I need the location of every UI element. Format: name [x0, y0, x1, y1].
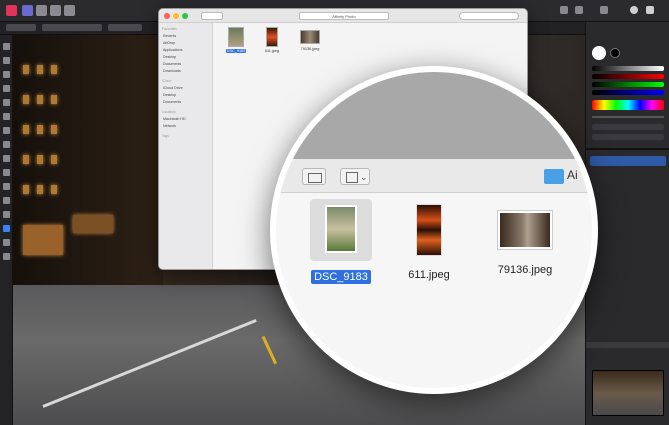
loupe-title-area [276, 72, 592, 159]
file-name: 611.jpeg [264, 49, 280, 53]
sidebar-item-airdrop[interactable]: AirDrop [163, 41, 175, 45]
green-slider[interactable] [592, 82, 664, 87]
sidebar-item-documents[interactable]: Documents [163, 62, 181, 66]
paint-brush-icon[interactable] [3, 127, 10, 134]
develop-persona-icon[interactable] [36, 5, 47, 16]
text-tool-icon[interactable] [3, 239, 10, 246]
sidebar-item-macintosh-hd[interactable]: Macintosh HD [163, 117, 186, 121]
blue-slider[interactable] [592, 90, 664, 95]
finder-toolbar: Affinity Photo [159, 9, 527, 23]
column-view-button[interactable] [302, 168, 326, 185]
sidebar-item-applications[interactable]: Applications [163, 48, 182, 52]
sidebar-header-icloud: iCloud [162, 79, 172, 83]
tools-panel [0, 35, 13, 425]
sidebar-item-recents[interactable]: Recents [163, 34, 176, 38]
blend-mode-select[interactable] [592, 134, 664, 140]
tone-mapping-persona-icon[interactable] [50, 5, 61, 16]
erase-brush-icon[interactable] [3, 141, 10, 148]
folder-label: Ai [567, 168, 578, 182]
hue-swatch-strip[interactable] [592, 100, 664, 110]
move-tool-icon[interactable] [3, 43, 10, 50]
sidebar-item-icloud-documents[interactable]: Documents [163, 100, 181, 104]
dodge-tool-icon[interactable] [3, 155, 10, 162]
opacity-slider[interactable] [592, 124, 664, 130]
flood-fill-icon[interactable] [3, 113, 10, 120]
blur-tool-icon[interactable] [3, 183, 10, 190]
file-name: DSC_9183 [225, 49, 247, 53]
marquee-tool-icon[interactable] [3, 99, 10, 106]
sidebar-header-locations: Locations [162, 110, 176, 114]
minimize-icon[interactable] [173, 13, 179, 19]
sidebar-item-icloud-desktop[interactable]: Desktop [163, 93, 176, 97]
file-item-selected[interactable]: DSC_9183 [306, 199, 376, 285]
brightness-slider[interactable] [592, 66, 664, 71]
view-mode-segmented[interactable] [201, 12, 223, 20]
panel-divider [592, 116, 664, 118]
color-well-icon[interactable] [592, 46, 606, 60]
group-view-button[interactable]: ⌄ [340, 168, 370, 185]
color-picker-icon[interactable] [3, 253, 10, 260]
export-persona-icon[interactable] [64, 5, 75, 16]
secondary-color-icon[interactable] [610, 48, 620, 58]
navigator-thumbnail[interactable] [592, 370, 664, 416]
red-slider[interactable] [592, 74, 664, 79]
grid-icon[interactable] [560, 6, 568, 14]
file-name: 79136.jpeg [300, 47, 320, 51]
sidebar-item-desktop[interactable]: Desktop [163, 55, 176, 59]
file-thumbnail [300, 30, 320, 44]
inpainting-tool-icon[interactable] [3, 197, 10, 204]
file-name: 79136.jpeg [497, 264, 553, 276]
file-thumbnail [325, 205, 357, 253]
file-item[interactable]: 611.jpeg [394, 199, 464, 281]
chevron-down-icon: ⌄ [360, 172, 368, 182]
file-name: DSC_9183 [311, 270, 371, 284]
liquify-persona-icon[interactable] [22, 5, 33, 16]
zoom-icon[interactable] [630, 6, 638, 14]
selection-brush-icon[interactable] [3, 85, 10, 92]
clone-tool-icon[interactable] [3, 169, 10, 176]
file-thumbnail [416, 204, 442, 256]
shape-tool-icon[interactable] [3, 225, 10, 232]
sidebar-item-icloud-drive[interactable]: iCloud Drive [163, 86, 183, 90]
path-popup[interactable]: Affinity Photo [299, 12, 389, 20]
assistant-icon[interactable] [600, 6, 608, 14]
close-icon[interactable] [164, 13, 170, 19]
search-field[interactable] [459, 12, 519, 20]
sidebar-header-favorites: Favourites [162, 27, 177, 31]
file-thumbnail [228, 27, 244, 47]
crop-tool-icon[interactable] [3, 71, 10, 78]
file-thumbnail [266, 27, 278, 47]
file-thumbnail [498, 211, 552, 249]
left-building [13, 35, 163, 295]
selected-layer-row[interactable] [590, 156, 666, 166]
snap-icon[interactable] [575, 6, 583, 14]
view-mode-icon[interactable] [646, 6, 654, 14]
panel-divider [586, 148, 669, 150]
sidebar-header-tags: Tags [162, 134, 169, 138]
magnifier-loupe: ⌄ Ai DSC_9183 611.jpeg 79136.jpeg [270, 66, 598, 394]
navigator-header [586, 342, 669, 348]
sidebar-item-downloads[interactable]: Downloads [163, 69, 181, 73]
file-item[interactable]: DSC_9183 [219, 27, 253, 53]
view-tool-icon[interactable] [3, 57, 10, 64]
file-item[interactable]: 611.jpeg [255, 27, 289, 53]
pen-tool-icon[interactable] [3, 211, 10, 218]
zoom-window-icon[interactable] [182, 13, 188, 19]
file-item[interactable]: 79136.jpeg [293, 27, 327, 51]
file-item[interactable]: 79136.jpeg [490, 199, 560, 276]
folder-icon [544, 169, 564, 184]
photo-persona-icon[interactable] [6, 5, 17, 16]
sidebar-item-network[interactable]: Network [163, 124, 176, 128]
file-name: 611.jpeg [408, 269, 450, 281]
finder-sidebar: Favourites Recents AirDrop Applications … [159, 23, 213, 269]
